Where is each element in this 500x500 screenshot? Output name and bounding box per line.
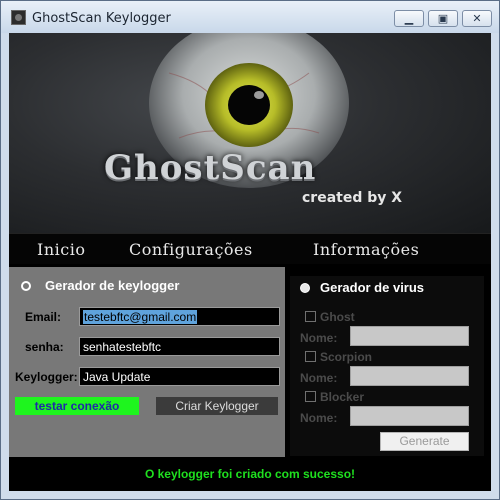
keylogger-name-value: Java Update: [83, 370, 151, 384]
virus-title: Gerador de virus: [320, 280, 425, 295]
scorpion-nome-field[interactable]: [350, 366, 469, 386]
keylogger-title: Gerador de keylogger: [45, 278, 180, 293]
nav-item-configuracoes[interactable]: Configurações: [129, 240, 253, 259]
email-value: testebftc@gmail.com: [83, 310, 198, 324]
virus-radio[interactable]: [300, 283, 310, 293]
email-label: Email:: [25, 310, 62, 324]
nav-item-inicio[interactable]: Inicio: [37, 240, 85, 259]
create-keylogger-button[interactable]: Criar Keylogger: [156, 397, 278, 415]
close-button[interactable]: ✕: [462, 10, 492, 27]
main-content: GhostScan created by X Inicio Configuraç…: [9, 33, 491, 491]
senha-label: senha:: [25, 340, 64, 354]
blocker-nome-field[interactable]: [350, 406, 469, 426]
window-title: GhostScan Keylogger: [32, 11, 171, 26]
app-icon: [11, 10, 26, 25]
credit-text: created by X: [302, 190, 403, 206]
senha-field[interactable]: senhatestebftc: [79, 337, 280, 356]
test-connection-button[interactable]: testar conexão: [15, 397, 139, 415]
ghost-checkbox[interactable]: [305, 311, 316, 322]
status-message: O keylogger foi criado com sucesso!: [9, 459, 491, 491]
blocker-checkbox[interactable]: [305, 391, 316, 402]
ghost-label: Ghost: [320, 310, 355, 324]
nav-bar: Inicio Configurações Informações: [9, 233, 491, 264]
keylogger-name-label: Keylogger:: [15, 370, 78, 384]
ghost-nome-label: Nome:: [300, 331, 338, 345]
email-field[interactable]: testebftc@gmail.com: [79, 307, 280, 326]
ghost-nome-field[interactable]: [350, 326, 469, 346]
scorpion-checkbox[interactable]: [305, 351, 316, 362]
header-banner: GhostScan created by X: [9, 33, 491, 233]
title-bar[interactable]: GhostScan Keylogger ▁ ▣ ✕: [1, 1, 499, 33]
scorpion-nome-label: Nome:: [300, 371, 338, 385]
brand-logo: GhostScan: [104, 148, 317, 188]
minimize-button[interactable]: ▁: [394, 10, 424, 27]
keylogger-name-field[interactable]: Java Update: [79, 367, 280, 386]
app-window: GhostScan Keylogger ▁ ▣ ✕ GhostScan crea…: [0, 0, 500, 500]
eyeball-illustration: [149, 33, 349, 188]
blocker-label: Blocker: [320, 390, 365, 404]
generate-button[interactable]: Generate: [380, 432, 469, 451]
nav-item-informacoes[interactable]: Informações: [313, 240, 419, 259]
keylogger-radio[interactable]: [21, 281, 31, 291]
maximize-button[interactable]: ▣: [428, 10, 458, 27]
scorpion-label: Scorpion: [320, 350, 373, 364]
senha-value: senhatestebftc: [83, 340, 162, 354]
blocker-nome-label: Nome:: [300, 411, 338, 425]
keylogger-panel: [9, 267, 285, 457]
